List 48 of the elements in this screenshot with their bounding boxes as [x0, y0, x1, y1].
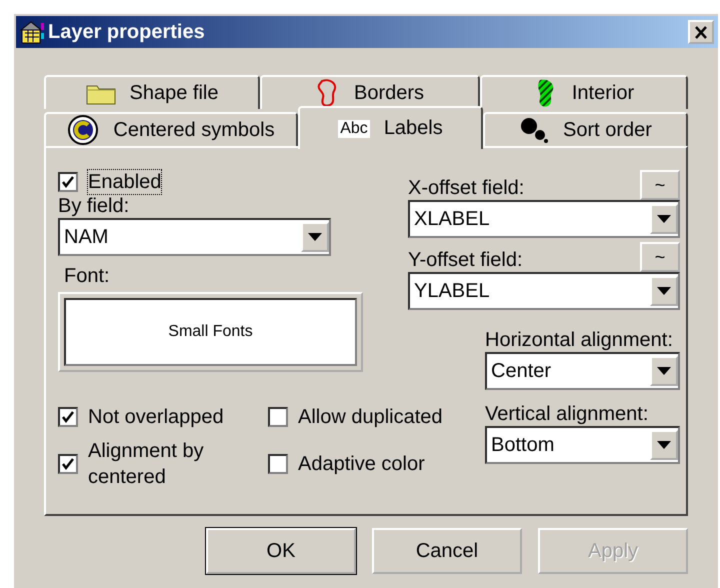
dropdown-button[interactable] — [650, 276, 678, 306]
caret-icon — [308, 233, 322, 241]
caret-icon — [657, 215, 671, 223]
dropdown-button[interactable] — [650, 430, 678, 460]
field-label: Font: — [64, 264, 110, 288]
dropdown[interactable]: YLABEL — [408, 272, 680, 310]
caret-icon — [657, 441, 671, 449]
close-icon — [694, 26, 708, 38]
close-button[interactable] — [688, 20, 714, 44]
tab[interactable]: Centered symbols — [44, 112, 298, 146]
dropdown-button[interactable] — [650, 204, 678, 234]
tab[interactable]: Borders — [260, 75, 480, 109]
app-icon — [20, 19, 46, 45]
tab[interactable]: Shape file — [44, 75, 260, 109]
checkbox[interactable] — [268, 407, 288, 427]
checkbox[interactable] — [268, 454, 288, 474]
field-label: Y-offset field: — [408, 248, 523, 272]
checkbox-label[interactable]: Alignment by centered — [88, 438, 248, 490]
checkbox[interactable] — [58, 172, 78, 192]
checkbox[interactable] — [58, 454, 78, 474]
dropdown[interactable]: NAM — [58, 218, 331, 256]
font-button[interactable]: Small Fonts — [58, 292, 363, 372]
window-title: Layer properties — [48, 20, 206, 44]
field-label: Horizontal alignment: — [485, 328, 674, 352]
dots-icon — [519, 116, 550, 144]
text-icon: Abc — [338, 120, 370, 138]
caret-icon — [657, 367, 671, 375]
checkbox-label[interactable]: Not overlapped — [88, 404, 248, 430]
tilde-button[interactable]: ~ — [640, 170, 680, 200]
checkbox[interactable] — [58, 407, 78, 427]
dropdown[interactable]: XLABEL — [408, 200, 680, 238]
tab[interactable]: Abc Labels — [298, 106, 483, 149]
dialog-button[interactable]: OK — [206, 528, 356, 574]
tab[interactable]: Sort order — [483, 112, 688, 146]
field-label: X-offset field: — [408, 176, 524, 200]
dropdown-button[interactable] — [301, 222, 329, 252]
dropdown-button[interactable] — [650, 356, 678, 386]
dropdown[interactable]: Bottom — [485, 426, 680, 464]
checkbox-label[interactable]: Allow duplicated — [298, 404, 458, 430]
checkbox-label[interactable]: Adaptive color — [298, 451, 458, 477]
dropdown[interactable]: Center — [485, 352, 680, 390]
field-label: Vertical alignment: — [485, 402, 650, 426]
dialog-button[interactable]: Cancel — [372, 528, 522, 574]
tab[interactable]: Interior — [480, 75, 688, 109]
checkbox-label[interactable]: Enabled — [88, 170, 162, 194]
field-label: By field: — [58, 194, 130, 218]
caret-icon — [657, 287, 671, 295]
tilde-button[interactable]: ~ — [640, 242, 680, 272]
